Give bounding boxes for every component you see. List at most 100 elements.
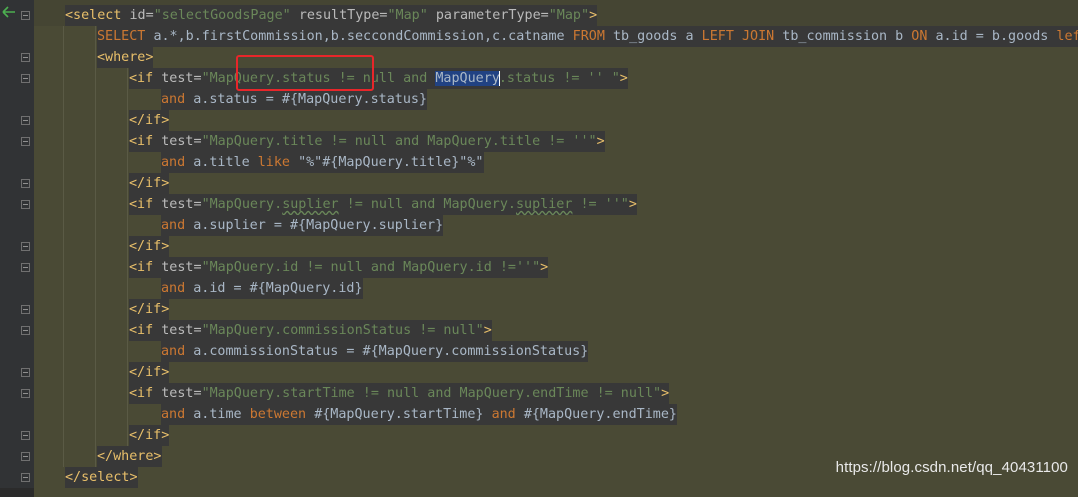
code-token: "MapQuery.title != null and MapQuery.tit… — [201, 134, 597, 149]
code-token: MapQuery — [435, 71, 500, 86]
code-token: "MapQuery.commissionStatus != null" — [201, 323, 484, 338]
code-token: "MapQuery.startTime != null and MapQuery… — [201, 386, 662, 401]
code-token: "MapQuery. — [201, 197, 283, 212]
code-token: ON — [911, 29, 936, 44]
code-line-text: and a.title like "%"#{MapQuery.title}"%" — [161, 152, 484, 173]
code-token: </if> — [129, 113, 170, 128]
code-token: > — [661, 386, 670, 401]
code-line-text: <where> — [97, 47, 154, 68]
fold-marker-icon[interactable] — [21, 200, 30, 209]
code-line-text: <if test="MapQuery.startTime != null and… — [129, 383, 670, 404]
fold-marker-icon[interactable] — [21, 431, 30, 440]
fold-marker-icon[interactable] — [21, 473, 30, 482]
code-line-text: <if test="MapQuery.status != null and Ma… — [129, 68, 628, 89]
code-line-text: <if test="MapQuery.commissionStatus != n… — [129, 320, 492, 341]
code-token: and — [161, 281, 194, 296]
code-token: suplier — [516, 197, 573, 212]
fold-marker-icon[interactable] — [21, 53, 30, 62]
fold-marker-icon[interactable] — [21, 137, 30, 146]
code-line-text: and a.commissionStatus = #{MapQuery.comm… — [161, 341, 589, 362]
fold-marker-icon[interactable] — [21, 179, 30, 188]
fold-marker-icon[interactable] — [21, 305, 30, 314]
code-line-text: and a.suplier = #{MapQuery.suplier} — [161, 215, 444, 236]
code-token: test= — [161, 197, 202, 212]
code-token: a.*,b.firstCommission,b.seccondCommissio… — [153, 29, 573, 44]
fold-marker-icon[interactable] — [21, 452, 30, 461]
code-token: </if> — [129, 302, 170, 317]
fold-marker-icon[interactable] — [21, 242, 30, 251]
code-line-text: </if> — [129, 173, 170, 194]
code-token: > — [483, 323, 492, 338]
code-line-text: </where> — [97, 446, 162, 467]
code-token: id= — [129, 8, 154, 23]
code-token: resultType= — [298, 8, 388, 23]
code-token: and — [161, 344, 194, 359]
code-token: a.suplier = #{MapQuery.suplier} — [193, 218, 444, 233]
code-token: tb_commission b — [782, 29, 912, 44]
fold-marker-icon[interactable] — [21, 368, 30, 377]
code-token: > — [596, 134, 605, 149]
code-token: and — [491, 407, 524, 422]
code-line-text: <if test="MapQuery.id != null and MapQue… — [129, 257, 549, 278]
code-token: </select> — [65, 470, 138, 485]
code-line-text: </if> — [129, 425, 170, 446]
code-token: and — [161, 407, 194, 422]
code-line-text: <select id="selectGoodsPage" resultType=… — [65, 5, 598, 26]
code-line-text: and a.time between #{MapQuery.startTime}… — [161, 404, 677, 425]
code-token: > — [619, 71, 628, 86]
code-token: SELECT — [97, 29, 154, 44]
code-token: and — [161, 218, 194, 233]
code-token: "MapQuery.id != null and MapQuery.id !='… — [201, 260, 541, 275]
code-token: FROM — [572, 29, 613, 44]
fold-marker-icon[interactable] — [21, 11, 30, 20]
code-token: </if> — [129, 365, 170, 380]
code-token: test= — [161, 71, 202, 86]
code-token: .status != '' — [498, 71, 612, 86]
fold-marker-icon[interactable] — [21, 326, 30, 335]
code-line-text: SELECT a.*,b.firstCommission,b.seccondCo… — [97, 26, 1078, 47]
code-token: a.time — [193, 407, 250, 422]
code-editor[interactable]: <select id="selectGoodsPage" resultType=… — [34, 0, 1078, 497]
code-line-text: </if> — [129, 236, 170, 257]
code-token: "selectGoodsPage" — [153, 8, 299, 23]
code-token: > — [540, 260, 549, 275]
fold-marker-icon[interactable] — [21, 116, 30, 125]
code-token: "Map" — [387, 8, 436, 23]
code-token: <if — [129, 197, 162, 212]
code-token: " — [611, 71, 620, 86]
code-token: </if> — [129, 239, 170, 254]
code-token: parameterType= — [435, 8, 549, 23]
code-line-text: </if> — [129, 299, 170, 320]
code-line-text: </if> — [129, 110, 170, 131]
fold-marker-icon[interactable] — [21, 74, 30, 83]
code-token: a.title — [193, 155, 258, 170]
watermark: https://blog.csdn.net/qq_40431100 — [835, 459, 1068, 476]
code-token: and — [161, 155, 194, 170]
indent-guide — [127, 26, 128, 467]
code-token: != null and MapQuery. — [338, 197, 516, 212]
code-token: #{MapQuery.endTime} — [523, 407, 677, 422]
code-token: > — [628, 197, 637, 212]
fold-marker-icon[interactable] — [21, 263, 30, 272]
code-token: "%"#{MapQuery.title}"%" — [298, 155, 484, 170]
code-token: test= — [161, 323, 202, 338]
code-token: like — [257, 155, 299, 170]
fold-marker-icon[interactable] — [21, 389, 30, 398]
code-line-text: and a.id = #{MapQuery.id} — [161, 278, 363, 299]
navigate-arrow-icon[interactable] — [2, 6, 16, 18]
annotation-red-box — [236, 55, 374, 91]
code-token: #{MapQuery.startTime} — [314, 407, 492, 422]
code-token: </if> — [129, 176, 170, 191]
indent-guide — [95, 26, 96, 467]
code-line-text: </select> — [65, 467, 138, 488]
code-token: </if> — [129, 428, 170, 443]
code-line-text: and a.status = #{MapQuery.status} — [161, 89, 428, 110]
code-line-text: </if> — [129, 362, 170, 383]
code-token: left — [1056, 29, 1078, 44]
code-line-text: <if test="MapQuery.suplier != null and M… — [129, 194, 637, 215]
code-token: a.id = b.goods — [935, 29, 1057, 44]
code-token: LEFT JOIN — [701, 29, 783, 44]
code-token: <select — [65, 8, 130, 23]
code-token: suplier — [282, 197, 339, 212]
code-token: <if — [129, 134, 162, 149]
